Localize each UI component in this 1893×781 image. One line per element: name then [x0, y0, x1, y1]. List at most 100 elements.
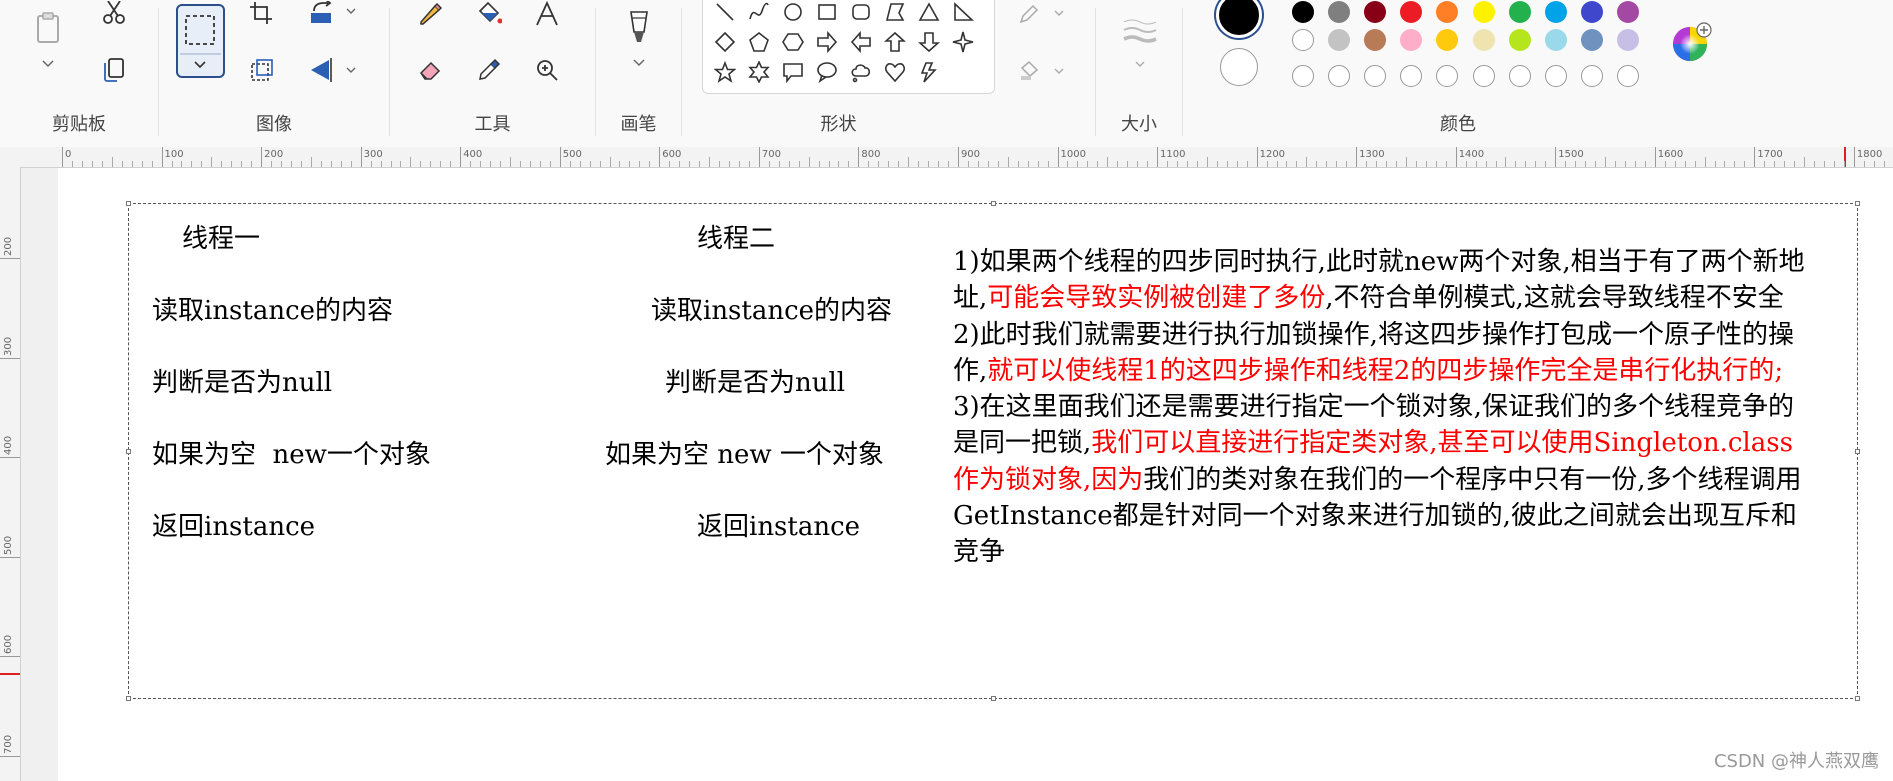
palette-color-swatch[interactable] — [1472, 1, 1495, 23]
outline-button[interactable] — [1016, 2, 1046, 26]
down-arrow-icon[interactable] — [915, 28, 943, 56]
ruler-minor-tick — [888, 161, 890, 167]
four-point-star-icon[interactable] — [949, 28, 977, 56]
cut-button[interactable] — [98, 0, 130, 26]
hexagon-icon[interactable] — [779, 28, 807, 56]
rounded-rectangle-icon[interactable] — [847, 0, 875, 26]
ruler-minor-tick — [629, 161, 631, 167]
five-point-star-icon[interactable] — [711, 58, 739, 86]
select-button[interactable] — [176, 4, 225, 78]
cloud-callout-icon[interactable] — [847, 58, 875, 86]
ruler-minor-tick — [1386, 161, 1387, 167]
diamond-icon[interactable] — [711, 28, 739, 56]
palette-color-swatch[interactable] — [1580, 29, 1603, 51]
left-arrow-icon[interactable] — [847, 28, 875, 56]
oval-icon[interactable] — [779, 0, 807, 26]
brushes-dropdown-chevron-icon[interactable] — [630, 56, 648, 70]
ruler-minor-tick — [1575, 161, 1577, 167]
palette-color-swatch[interactable] — [1508, 29, 1531, 51]
outline-dropdown-chevron-icon[interactable] — [1052, 6, 1066, 20]
shape-fill-dropdown-chevron-icon[interactable] — [1052, 64, 1066, 78]
color-picker-button[interactable] — [474, 56, 504, 84]
palette-color-swatch[interactable] — [1292, 1, 1314, 23]
rotate-button[interactable] — [306, 0, 338, 26]
palette-color-swatch[interactable] — [1292, 65, 1314, 87]
right-arrow-icon[interactable] — [813, 28, 841, 56]
palette-color-swatch[interactable] — [1616, 1, 1639, 23]
copy-button[interactable] — [98, 54, 130, 86]
ruler-minor-tick — [1485, 161, 1487, 167]
palette-color-swatch[interactable] — [1328, 65, 1351, 87]
rect-callout-icon[interactable] — [779, 58, 807, 86]
size-button[interactable] — [1120, 14, 1160, 48]
palette-color-swatch[interactable] — [1544, 29, 1567, 51]
ruler-minor-tick — [1127, 161, 1129, 167]
palette-color-swatch[interactable] — [1616, 65, 1639, 87]
polygon-icon[interactable] — [881, 0, 909, 26]
ruler-label: 900 — [960, 149, 981, 160]
fill-button[interactable] — [474, 0, 504, 28]
triangle-icon[interactable] — [915, 0, 943, 26]
eraser-button[interactable] — [416, 56, 446, 84]
ruler-minor-tick — [609, 157, 611, 167]
lightning-icon[interactable] — [915, 58, 943, 86]
shape-fill-button[interactable] — [1016, 58, 1046, 82]
resize-handle[interactable] — [126, 696, 131, 701]
resize-handle[interactable] — [991, 696, 996, 701]
right-triangle-icon[interactable] — [949, 0, 977, 26]
palette-color-swatch[interactable] — [1580, 1, 1603, 23]
palette-color-swatch[interactable] — [1328, 1, 1351, 23]
curve-icon[interactable] — [745, 0, 773, 26]
line-icon[interactable] — [711, 0, 739, 26]
oval-callout-icon[interactable] — [813, 58, 841, 86]
color2-swatch[interactable] — [1220, 48, 1258, 86]
pentagon-icon[interactable] — [745, 28, 773, 56]
resize-handle[interactable] — [991, 201, 996, 206]
resize-handle[interactable] — [1855, 201, 1860, 206]
resize-handle[interactable] — [126, 201, 131, 206]
flip-button[interactable] — [306, 56, 338, 84]
palette-color-swatch[interactable] — [1292, 29, 1314, 51]
brushes-button[interactable] — [622, 8, 656, 48]
resize-button[interactable] — [248, 56, 276, 84]
palette-color-swatch[interactable] — [1508, 1, 1531, 23]
thread1-step-create: 如果为空 new一个对象 — [152, 440, 431, 470]
palette-color-swatch[interactable] — [1580, 65, 1603, 87]
crop-button[interactable] — [248, 0, 274, 26]
ruler-minor-tick — [918, 161, 920, 167]
ruler-minor-tick — [579, 161, 581, 167]
brushes-group: 画笔 — [596, 0, 681, 146]
palette-color-swatch[interactable] — [1544, 1, 1567, 23]
ruler-tick — [261, 147, 263, 167]
six-point-star-icon[interactable] — [745, 58, 773, 86]
pencil-button[interactable] — [416, 0, 446, 28]
rotate-dropdown-chevron-icon[interactable] — [344, 4, 358, 18]
ruler-minor-tick — [320, 161, 322, 167]
up-arrow-icon[interactable] — [881, 28, 909, 56]
palette-color-swatch[interactable] — [1616, 29, 1639, 51]
resize-handle[interactable] — [1855, 449, 1860, 454]
paste-button[interactable] — [30, 8, 66, 48]
size-group-label: 大小 — [1121, 114, 1157, 135]
palette-color-swatch[interactable] — [1472, 29, 1495, 51]
paste-dropdown-chevron-icon[interactable] — [38, 56, 58, 72]
palette-color-swatch[interactable] — [1544, 65, 1567, 87]
edit-colors-button[interactable] — [1670, 20, 1714, 64]
ruler-tick — [460, 147, 462, 167]
ruler-minor-tick — [71, 161, 73, 167]
rectangle-icon[interactable] — [813, 0, 841, 26]
magnifier-button[interactable] — [532, 56, 562, 84]
ruler-label: 1100 — [1160, 149, 1186, 160]
palette-color-swatch[interactable] — [1472, 65, 1495, 87]
heart-icon[interactable] — [881, 58, 909, 86]
size-dropdown-chevron-icon[interactable] — [1132, 58, 1148, 70]
ruler-minor-tick — [1316, 161, 1318, 167]
shapes-gallery[interactable] — [702, 0, 995, 94]
resize-handle[interactable] — [1855, 696, 1860, 701]
note-2: 2)此时我们就需要进行执行加锁操作,将这四步操作打包成一个原子性的操作,就可以使… — [953, 317, 1813, 390]
palette-color-swatch[interactable] — [1328, 29, 1351, 51]
resize-handle[interactable] — [126, 449, 131, 454]
flip-dropdown-chevron-icon[interactable] — [344, 63, 358, 77]
text-button[interactable] — [532, 0, 562, 28]
palette-color-swatch[interactable] — [1508, 65, 1531, 87]
